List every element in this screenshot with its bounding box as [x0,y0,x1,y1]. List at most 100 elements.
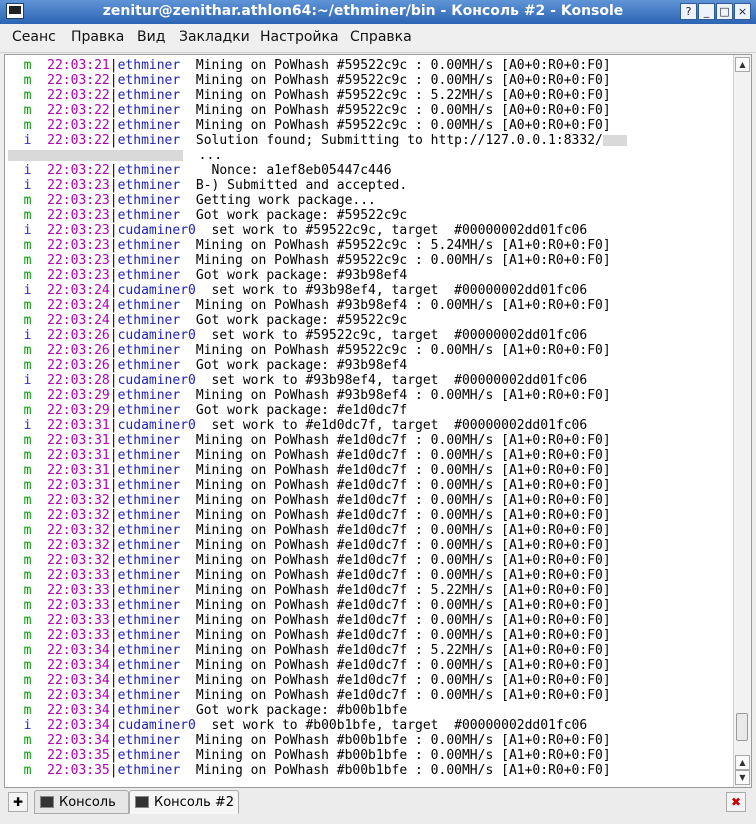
log-line: m 22:03:29|ethminer Got work package: #e… [8,403,732,418]
close-session-icon[interactable]: ✖ [726,792,746,812]
tab-console-1[interactable]: Консоль [34,790,129,814]
log-level: m [8,88,48,103]
log-line: i 22:03:22|ethminer Solution found; Subm… [8,133,732,148]
log-message: Got work package: #93b98ef4 [188,358,408,373]
log-source: ethminer [117,478,189,493]
log-separator: | [109,193,118,208]
log-source: ethminer [117,433,189,448]
terminal-output[interactable]: m 22:03:21|ethminer Mining on PoWhash #5… [8,58,732,784]
log-source: cudaminer0 [117,223,196,238]
log-level: m [8,103,48,118]
scroll-up-icon[interactable]: ▲ [735,57,750,72]
log-line: m 22:03:31|ethminer Mining on PoWhash #e… [8,433,732,448]
log-message: Mining on PoWhash #59522c9c : 0.00MH/s [… [188,58,611,73]
log-separator: | [109,268,118,283]
log-timestamp: 22:03:33 [47,613,110,628]
log-level: m [8,523,48,538]
log-source: ethminer [117,358,189,373]
log-level: m [8,568,48,583]
log-source: ethminer [117,508,189,523]
log-source: cudaminer0 [117,373,196,388]
log-message: Mining on PoWhash #93b98ef4 : 0.00MH/s [… [188,298,611,313]
log-line: i 22:03:24|cudaminer0 set work to #93b98… [8,283,732,298]
log-timestamp: 22:03:22 [47,163,110,178]
log-source: ethminer [117,163,189,178]
log-level: m [8,733,48,748]
log-timestamp: 22:03:35 [47,763,110,778]
menu-view[interactable]: Вид [137,29,165,45]
log-message: Got work package: #93b98ef4 [188,268,408,283]
log-separator: | [109,688,118,703]
log-separator: | [109,208,118,223]
log-separator: | [109,88,118,103]
log-source: ethminer [117,268,189,283]
log-line: m 22:03:32|ethminer Mining on PoWhash #e… [8,538,732,553]
log-separator: | [109,493,118,508]
log-separator: | [109,748,118,763]
log-separator: | [109,538,118,553]
log-level: m [8,358,48,373]
log-message: Mining on PoWhash #59522c9c : 5.22MH/s [… [188,88,611,103]
log-timestamp: 22:03:22 [47,118,110,133]
log-line: m 22:03:32|ethminer Mining on PoWhash #e… [8,508,732,523]
log-message: Mining on PoWhash #e1d0dc7f : 0.00MH/s [… [188,598,611,613]
log-level: m [8,58,48,73]
terminal-icon [135,796,149,808]
log-line: m 22:03:34|ethminer Mining on PoWhash #e… [8,688,732,703]
log-separator: | [109,118,118,133]
log-message: Got work package: #59522c9c [188,313,408,328]
log-level: i [8,373,48,388]
log-separator: | [109,568,118,583]
log-message: Mining on PoWhash #b00b1bfe : 0.00MH/s [… [188,763,611,778]
minimize-button[interactable]: _ [698,3,715,20]
log-timestamp: 22:03:24 [47,298,110,313]
log-level: m [8,538,48,553]
log-timestamp: 22:03:24 [47,283,110,298]
log-timestamp: 22:03:23 [47,223,110,238]
log-line: ... [8,148,732,163]
log-source: cudaminer0 [117,328,196,343]
log-message: Mining on PoWhash #b00b1bfe : 0.00MH/s [… [188,733,611,748]
log-source: ethminer [117,583,189,598]
log-source: ethminer [117,208,189,223]
maximize-button[interactable]: □ [716,3,733,20]
log-level: m [8,73,48,88]
log-line: m 22:03:24|ethminer Mining on PoWhash #9… [8,298,732,313]
menu-settings[interactable]: Настройка [260,29,339,45]
vertical-scrollbar[interactable]: ▲ ▲ ▼ [733,55,751,787]
log-level: m [8,193,48,208]
menu-bookmarks[interactable]: Закладки [179,29,250,45]
konsole-app-icon[interactable] [6,3,24,19]
new-session-icon[interactable]: ✚ [8,792,28,812]
log-message: Mining on PoWhash #e1d0dc7f : 0.00MH/s [… [188,613,611,628]
log-level: i [8,718,48,733]
close-button[interactable]: × [734,3,751,20]
log-separator: | [109,163,118,178]
help-button[interactable]: ? [680,3,697,20]
log-line: m 22:03:26|ethminer Got work package: #9… [8,358,732,373]
tab-console-2[interactable]: Консоль #2 [129,790,239,814]
scroll-up-icon-lower[interactable]: ▲ [735,755,750,770]
log-source: ethminer [117,58,189,73]
log-message: Mining on PoWhash #59522c9c : 0.00MH/s [… [188,253,611,268]
log-timestamp: 22:03:33 [47,568,110,583]
menu-bar: Сеанс Правка Вид Закладки Настройка Спра… [0,24,756,53]
menu-help[interactable]: Справка [350,29,412,45]
log-line: i 22:03:28|cudaminer0 set work to #93b98… [8,373,732,388]
menu-edit[interactable]: Правка [71,29,124,45]
log-level: i [8,163,48,178]
log-line: m 22:03:33|ethminer Mining on PoWhash #e… [8,568,732,583]
log-timestamp: 22:03:22 [47,73,110,88]
log-source: ethminer [117,568,189,583]
log-separator: | [109,73,118,88]
log-separator: | [109,343,118,358]
log-separator: | [109,583,118,598]
log-level: i [8,223,48,238]
log-line: m 22:03:32|ethminer Mining on PoWhash #e… [8,553,732,568]
log-separator: | [109,463,118,478]
log-line: m 22:03:23|ethminer Got work package: #5… [8,208,732,223]
log-separator: | [109,253,118,268]
menu-session[interactable]: Сеанс [12,29,56,45]
scroll-thumb[interactable] [736,713,748,741]
scroll-down-icon[interactable]: ▼ [735,770,750,785]
